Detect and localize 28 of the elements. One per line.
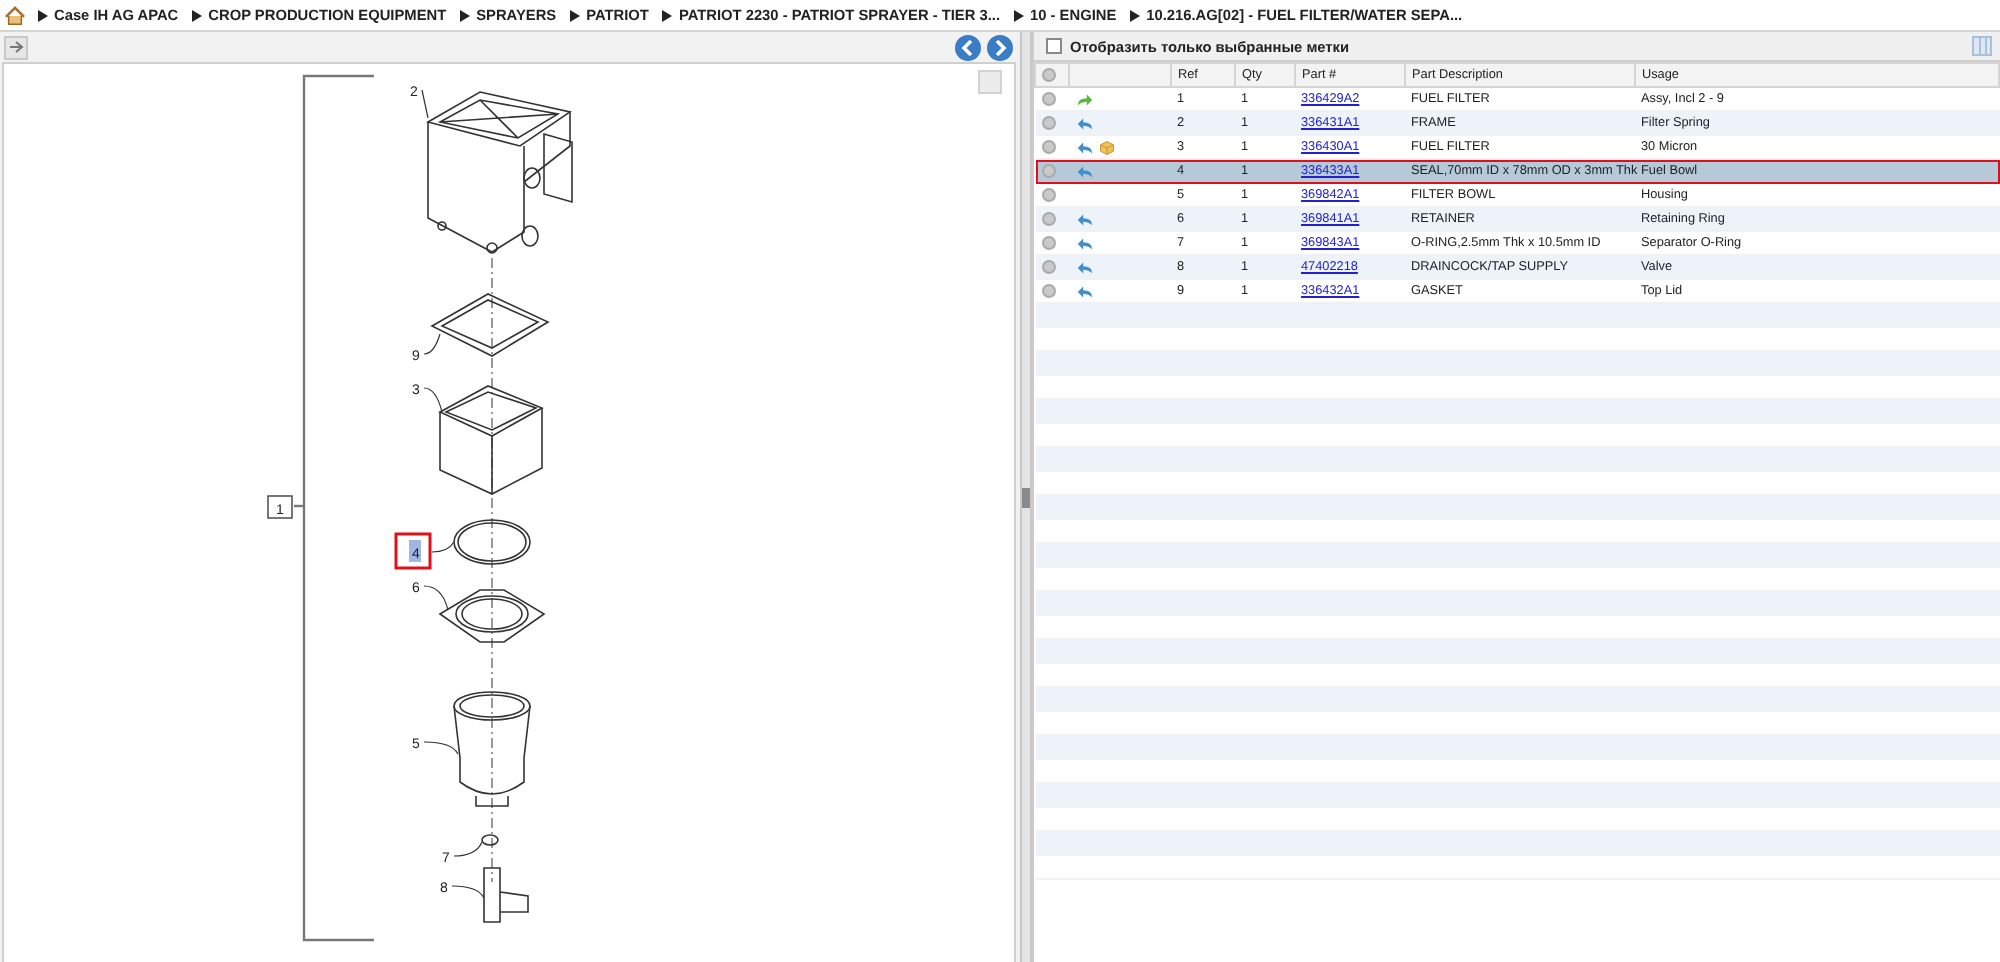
leader-line bbox=[421, 89, 429, 119]
leader-line bbox=[431, 541, 455, 553]
back-button[interactable] bbox=[954, 33, 982, 61]
retainer-drawing bbox=[438, 589, 546, 643]
leader-line bbox=[423, 741, 459, 755]
seal-ring-drawing bbox=[453, 519, 531, 565]
gasket-drawing bbox=[430, 293, 550, 357]
columns-icon[interactable] bbox=[1972, 36, 1992, 56]
washer-drawing bbox=[481, 834, 499, 846]
fit-button[interactable] bbox=[978, 70, 1002, 94]
leader-line bbox=[423, 333, 441, 355]
filter-bowl-drawing bbox=[453, 691, 531, 807]
package-icon[interactable] bbox=[1097, 139, 1115, 155]
collapse-button[interactable] bbox=[4, 35, 28, 59]
leader-line bbox=[423, 585, 449, 611]
splitter-handle[interactable] bbox=[1020, 32, 1032, 962]
leader-line bbox=[451, 885, 485, 899]
forward-button[interactable] bbox=[986, 33, 1014, 61]
grip-icon bbox=[1022, 488, 1030, 508]
drain-valve-drawing bbox=[483, 867, 529, 923]
callout-frame bbox=[267, 495, 293, 519]
filter-checkbox[interactable] bbox=[1046, 38, 1062, 54]
filter-element-drawing bbox=[438, 385, 544, 495]
add-all-icon[interactable] bbox=[1042, 68, 1056, 82]
leader-line bbox=[453, 841, 483, 857]
leader-line bbox=[423, 387, 443, 413]
arrow-icon bbox=[7, 38, 25, 56]
home-icon[interactable] bbox=[4, 5, 26, 25]
